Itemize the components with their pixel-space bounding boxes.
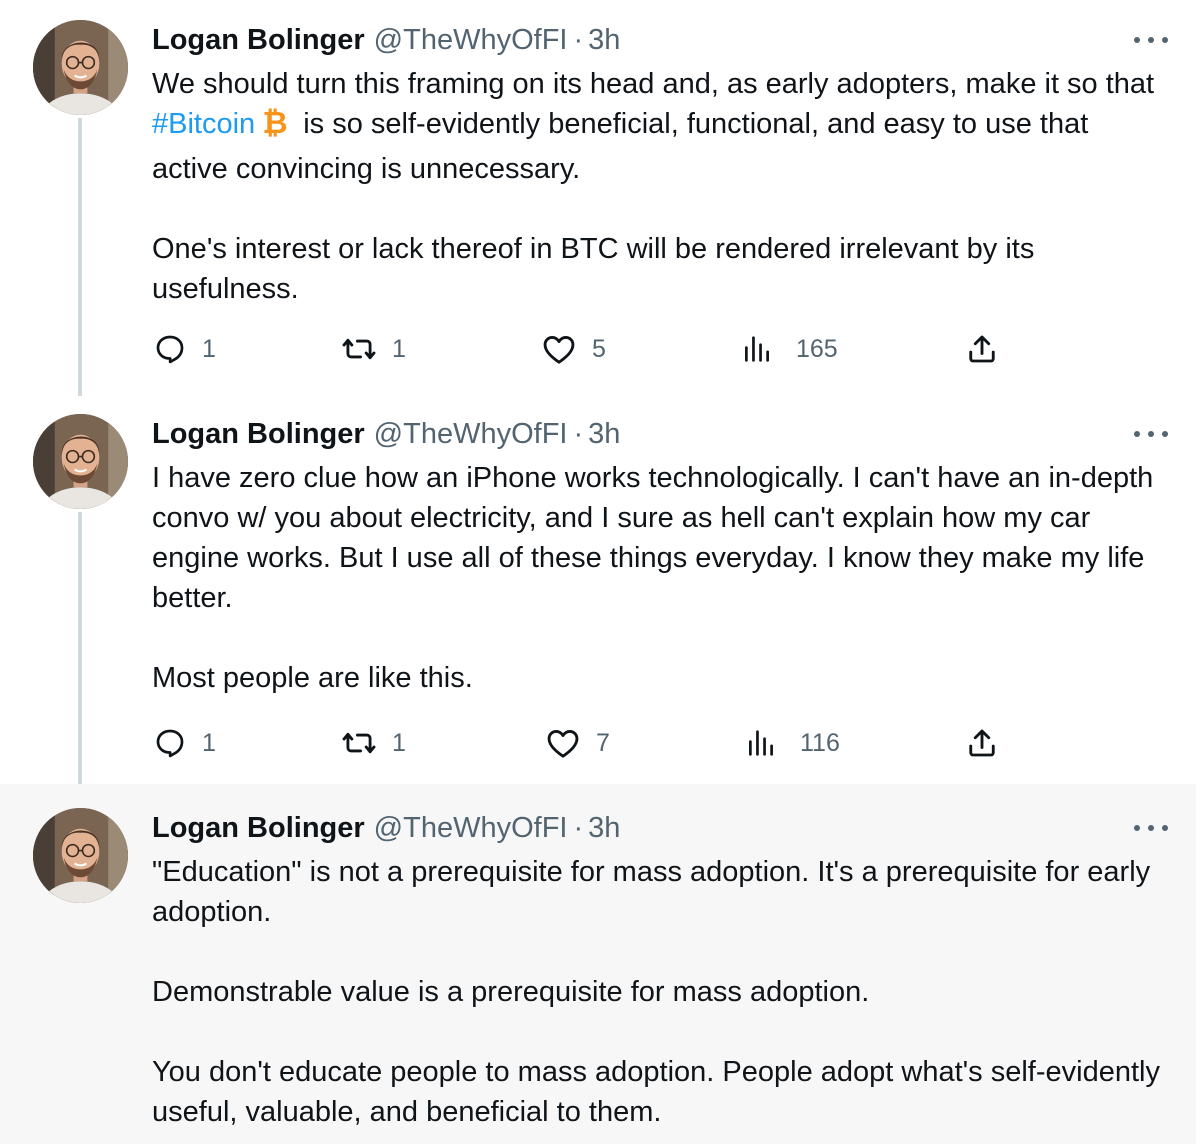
reply-button[interactable]: 1 — [152, 723, 216, 763]
tweet-text: We should turn this framing on its head … — [152, 64, 1172, 309]
tweet-actions-bar: 1 1 5 165 — [152, 329, 1032, 369]
more-options-button[interactable] — [1134, 30, 1168, 50]
retweet-icon — [342, 338, 376, 360]
tweet-timestamp[interactable]: 3h — [588, 418, 620, 451]
views-icon — [749, 730, 773, 756]
tweet-paragraph: One's interest or lack thereof in BTC wi… — [152, 233, 1035, 305]
hashtag-link[interactable]: #Bitcoin — [152, 108, 255, 140]
more-icon-dot — [1134, 431, 1140, 437]
header-separator: · — [573, 23, 584, 56]
more-icon-dot — [1134, 825, 1140, 831]
reply-count: 1 — [202, 334, 216, 363]
tweet[interactable]: Logan Bolinger @TheWhyOfFI · 3h I have z… — [0, 394, 1196, 784]
reply-button[interactable]: 1 — [152, 329, 216, 369]
tweet-text: I have zero clue how an iPhone works tec… — [152, 458, 1172, 698]
more-icon-dot — [1162, 431, 1168, 437]
like-icon — [547, 730, 579, 758]
retweet-button[interactable]: 1 — [340, 723, 406, 763]
avatar[interactable] — [33, 808, 128, 903]
views-button[interactable]: 116 — [744, 723, 840, 763]
avatar[interactable] — [33, 20, 128, 115]
avatar[interactable] — [33, 414, 128, 509]
retweet-count: 1 — [392, 728, 406, 757]
author-name[interactable]: Logan Bolinger — [152, 418, 365, 451]
share-icon — [969, 335, 995, 363]
tweet[interactable]: Logan Bolinger @TheWhyOfFI · 3h We shoul… — [0, 0, 1196, 394]
like-icon — [543, 336, 575, 364]
tweet-paragraph: I have zero clue how an iPhone works tec… — [152, 462, 1154, 614]
author-handle[interactable]: @TheWhyOfFI — [374, 24, 568, 57]
views-count: 165 — [796, 334, 838, 363]
tweet-paragraph: You don't educate people to mass adoptio… — [152, 1056, 1160, 1128]
more-icon-dot — [1134, 37, 1140, 43]
author-handle[interactable]: @TheWhyOfFI — [374, 812, 568, 845]
like-count: 7 — [596, 728, 610, 757]
views-icon — [745, 336, 769, 362]
tweet-actions-bar: 1 1 7 116 — [152, 723, 1032, 763]
avatar-image — [33, 20, 128, 115]
views-count: 116 — [800, 728, 840, 757]
share-button[interactable] — [964, 329, 1000, 369]
author-name[interactable]: Logan Bolinger — [152, 812, 365, 845]
more-icon-dot — [1162, 825, 1168, 831]
reply-icon — [156, 335, 184, 364]
tweet-header: Logan Bolinger @TheWhyOfFI · 3h — [152, 808, 620, 848]
avatar-image — [33, 414, 128, 509]
author-handle[interactable]: @TheWhyOfFI — [374, 418, 568, 451]
reply-icon — [156, 729, 184, 758]
tweet-text: "Education" is not a prerequisite for ma… — [152, 852, 1172, 1132]
retweet-button[interactable]: 1 — [340, 329, 406, 369]
views-button[interactable]: 165 — [740, 329, 838, 369]
share-icon — [969, 729, 995, 757]
more-options-button[interactable] — [1134, 424, 1168, 444]
retweet-icon — [342, 732, 376, 754]
tweet-timestamp[interactable]: 3h — [588, 24, 620, 57]
tweet-paragraph: "Education" is not a prerequisite for ma… — [152, 856, 1151, 928]
bitcoin-icon: ₿ — [261, 105, 289, 149]
tweet-paragraph: Demonstrable value is a prerequisite for… — [152, 976, 870, 1008]
header-separator: · — [573, 417, 584, 450]
more-icon-dot — [1148, 825, 1154, 831]
like-count: 5 — [592, 334, 606, 363]
like-button[interactable]: 7 — [544, 723, 610, 763]
tweet-header: Logan Bolinger @TheWhyOfFI · 3h — [152, 20, 620, 60]
tweet-paragraph: We should turn this framing on its head … — [152, 64, 1172, 189]
like-button[interactable]: 5 — [540, 329, 606, 369]
tweet-highlighted[interactable]: Logan Bolinger @TheWhyOfFI · 3h "Educati… — [0, 784, 1196, 1144]
conversation-thread: Logan Bolinger @TheWhyOfFI · 3h We shoul… — [0, 0, 1196, 1144]
more-icon-dot — [1162, 37, 1168, 43]
reply-count: 1 — [202, 728, 216, 757]
retweet-count: 1 — [392, 334, 406, 363]
more-icon-dot — [1148, 431, 1154, 437]
more-options-button[interactable] — [1134, 818, 1168, 838]
tweet-paragraph: Most people are like this. — [152, 662, 473, 694]
bitcoin-glyph: ₿ — [263, 106, 288, 138]
header-separator: · — [573, 811, 584, 844]
tweet-text-segment: We should turn this framing on its head … — [152, 68, 1155, 100]
tweet-header: Logan Bolinger @TheWhyOfFI · 3h — [152, 414, 620, 454]
author-name[interactable]: Logan Bolinger — [152, 24, 365, 57]
tweet-text-segment: is so self-evidently beneficial, functio… — [152, 108, 1089, 185]
share-button[interactable] — [964, 723, 1000, 763]
tweet-timestamp[interactable]: 3h — [588, 812, 620, 845]
more-icon-dot — [1148, 37, 1154, 43]
avatar-image — [33, 808, 128, 903]
